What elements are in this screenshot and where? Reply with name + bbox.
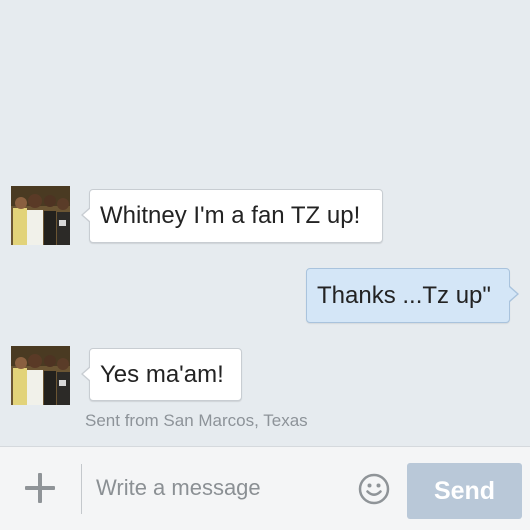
avatar-photo bbox=[11, 346, 70, 405]
message-composer: Send bbox=[0, 446, 530, 530]
avatar-photo bbox=[11, 186, 70, 245]
message-text: Whitney I'm a fan TZ up! bbox=[100, 202, 361, 229]
contact-avatar[interactable] bbox=[11, 346, 70, 405]
outgoing-message-bubble[interactable]: Thanks ...Tz up" bbox=[306, 268, 519, 323]
message-input[interactable] bbox=[96, 475, 346, 501]
location-note: Sent from San Marcos, Texas bbox=[85, 411, 308, 430]
message-text: Yes ma'am! bbox=[100, 361, 224, 388]
send-button[interactable]: Send bbox=[407, 463, 522, 519]
incoming-message-bubble[interactable]: Whitney I'm a fan TZ up! bbox=[81, 189, 383, 243]
incoming-message-bubble[interactable]: Yes ma'am! bbox=[81, 348, 242, 401]
message-text: Thanks ...Tz up" bbox=[317, 282, 491, 309]
contact-avatar[interactable] bbox=[11, 186, 70, 245]
message-thread: Whitney I'm a fan TZ up! Thanks ...Tz up… bbox=[0, 0, 530, 446]
composer-divider bbox=[81, 464, 82, 514]
plus-icon[interactable] bbox=[24, 472, 56, 504]
smiley-icon[interactable] bbox=[358, 473, 390, 505]
